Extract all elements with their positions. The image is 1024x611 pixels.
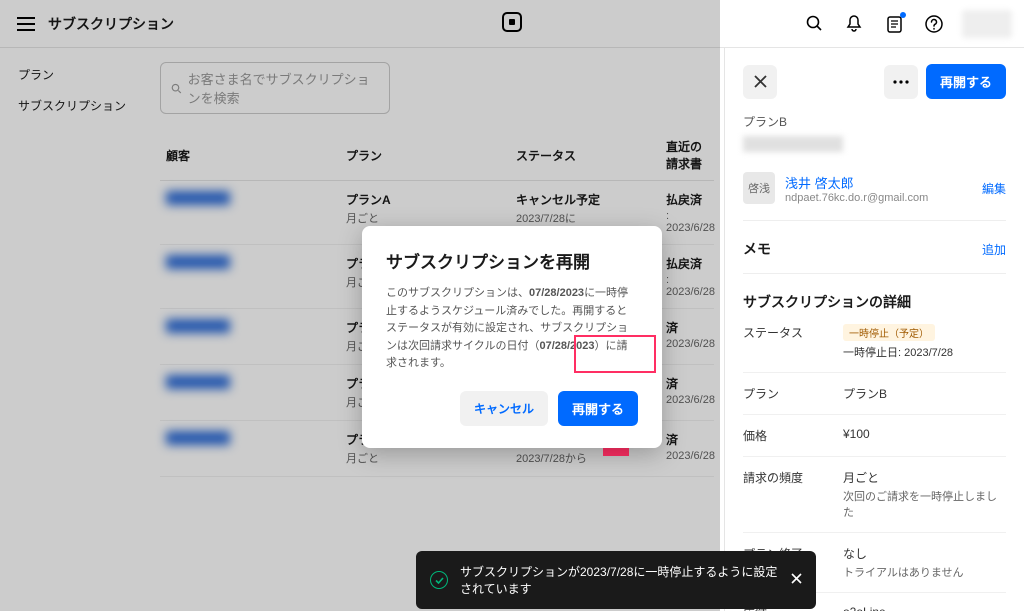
check-icon — [430, 571, 448, 589]
freq-sub: 次回のご請求を一時停止しました — [843, 488, 1006, 520]
store-val: o2oLine — [843, 605, 1006, 611]
end-val: なし — [843, 547, 867, 561]
modal-cancel-button[interactable]: キャンセル — [460, 391, 548, 426]
freq-val: 月ごと — [843, 471, 879, 485]
details-title: サブスクリプションの詳細 — [743, 292, 911, 312]
modal-title: サブスクリプションを再開 — [386, 248, 638, 273]
panel-plan-bar — [743, 136, 843, 152]
detail-panel: 再開する プランB 啓浅 浅井 啓太郎 ndpaet.76kc.do.r@gma… — [724, 48, 1024, 611]
bell-icon[interactable] — [842, 12, 866, 36]
plan-label: プラン — [743, 385, 843, 402]
status-sub: 一時停止日: 2023/7/28 — [843, 347, 953, 359]
add-memo-link[interactable]: 追加 — [982, 241, 1006, 258]
customer-email: ndpaet.76kc.do.r@gmail.com — [785, 192, 928, 204]
user-avatar[interactable] — [962, 10, 1012, 38]
help-icon[interactable] — [922, 12, 946, 36]
resume-button[interactable]: 再開する — [926, 64, 1006, 99]
panel-plan-name: プランB — [743, 113, 1006, 130]
freq-label: 請求の頻度 — [743, 469, 843, 520]
toast: サブスクリプションが2023/7/28に一時停止するように設定されています — [416, 551, 816, 609]
resume-modal: サブスクリプションを再開 このサブスクリプションは、07/28/2023に一時停… — [362, 226, 662, 448]
modal-body: このサブスクリプションは、07/28/2023に一時停止するようスケジュール済み… — [386, 285, 638, 373]
modal-confirm-button[interactable]: 再開する — [558, 391, 638, 426]
edit-customer-link[interactable]: 編集 — [982, 180, 1006, 197]
plan-val: プランB — [843, 385, 1006, 402]
search-icon[interactable] — [802, 12, 826, 36]
status-label: ステータス — [743, 324, 843, 360]
toast-message: サブスクリプションが2023/7/28に一時停止するように設定されています — [460, 563, 779, 597]
close-panel-button[interactable] — [743, 65, 777, 99]
trial-sub: トライアルはありません — [843, 564, 1006, 580]
customer-name[interactable]: 浅井 啓太郎 — [785, 173, 928, 192]
avatar: 啓浅 — [743, 172, 775, 204]
more-button[interactable] — [884, 65, 918, 99]
price-val: ¥100 — [843, 427, 1006, 444]
status-pill: 一時停止（予定） — [843, 324, 935, 341]
memo-title: メモ — [743, 239, 771, 259]
price-label: 価格 — [743, 427, 843, 444]
close-icon[interactable] — [779, 573, 802, 587]
clipboard-icon[interactable] — [882, 12, 906, 36]
